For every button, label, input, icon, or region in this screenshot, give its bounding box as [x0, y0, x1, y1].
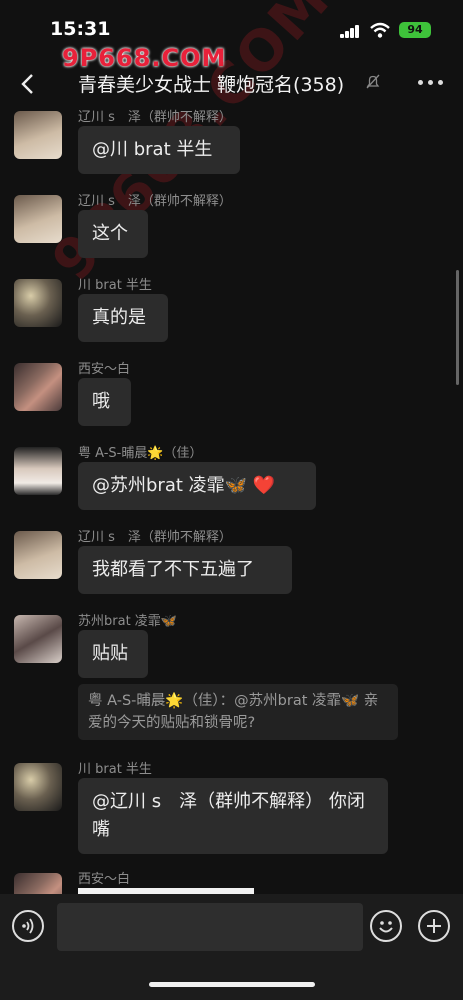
message-input[interactable] — [57, 903, 363, 951]
sender-name: 粤 A-S-晡晨🌟（佳） — [78, 446, 203, 461]
avatar[interactable] — [14, 873, 62, 894]
sender-name: 辽川 s 泽（群帅不解释） — [78, 194, 232, 209]
chat-title: 青春美少女战士 鞭炮冠名(358) — [78, 74, 345, 96]
bell-slash-icon — [366, 74, 380, 89]
avatar[interactable] — [14, 531, 62, 579]
sender-name: 辽川 s 泽（群帅不解释） — [78, 530, 232, 545]
sender-name: 川 brat 半生 — [78, 762, 152, 777]
avatar[interactable] — [14, 763, 62, 811]
ellipsis-icon[interactable] — [418, 72, 444, 92]
avatar[interactable] — [14, 615, 62, 663]
chat-header: 青春美少女战士 鞭炮冠名(358) — [0, 60, 463, 106]
sender-name: 川 brat 半生 — [78, 278, 152, 293]
signal-icon — [340, 24, 360, 38]
input-bar — [0, 894, 463, 1000]
plus-icon[interactable] — [418, 910, 450, 942]
quoted-reply[interactable]: 粤 A-S-晡晨🌟（佳）：@苏州brat 凌霏🦋 亲爱的今天的贴贴和锁骨呢? — [78, 684, 398, 740]
voice-icon[interactable] — [12, 910, 44, 942]
sender-name: 西安～白 — [78, 872, 131, 887]
chevron-left-icon[interactable] — [16, 70, 44, 98]
status-time: 15:31 — [50, 18, 111, 40]
battery-icon: 94 — [399, 22, 431, 38]
sender-name: 苏州brat 凌霏🦋 — [78, 614, 177, 629]
message-bubble[interactable]: 哦 — [78, 378, 131, 426]
message-bubble[interactable]: @苏州brat 凌霏🦋 ❤️ — [78, 462, 316, 510]
avatar[interactable] — [14, 195, 62, 243]
avatar[interactable] — [14, 363, 62, 411]
message-bubble[interactable]: 我都看了不下五遍了 — [78, 546, 292, 594]
message-bubble[interactable]: 这个 — [78, 210, 148, 258]
home-indicator — [149, 982, 315, 987]
message-bubble[interactable]: @辽川 s 泽（群帅不解释） 你闭嘴 — [78, 778, 388, 854]
message-bubble[interactable]: 真的是 — [78, 294, 168, 342]
sender-name: 辽川 s 泽（群帅不解释） — [78, 110, 232, 125]
avatar[interactable] — [14, 111, 62, 159]
sender-name: 西安～白 — [78, 362, 131, 377]
message-bubble[interactable]: @川 brat 半生 — [78, 126, 240, 174]
message-list: 辽川 s 泽（群帅不解释） @川 brat 半生 辽川 s 泽（群帅不解释） 这… — [0, 106, 463, 894]
smile-icon[interactable] — [370, 910, 402, 942]
avatar[interactable] — [14, 279, 62, 327]
wifi-icon — [370, 22, 390, 38]
scrollbar[interactable] — [456, 270, 459, 385]
avatar[interactable] — [14, 447, 62, 495]
message-bubble[interactable]: 贴贴 — [78, 630, 148, 678]
